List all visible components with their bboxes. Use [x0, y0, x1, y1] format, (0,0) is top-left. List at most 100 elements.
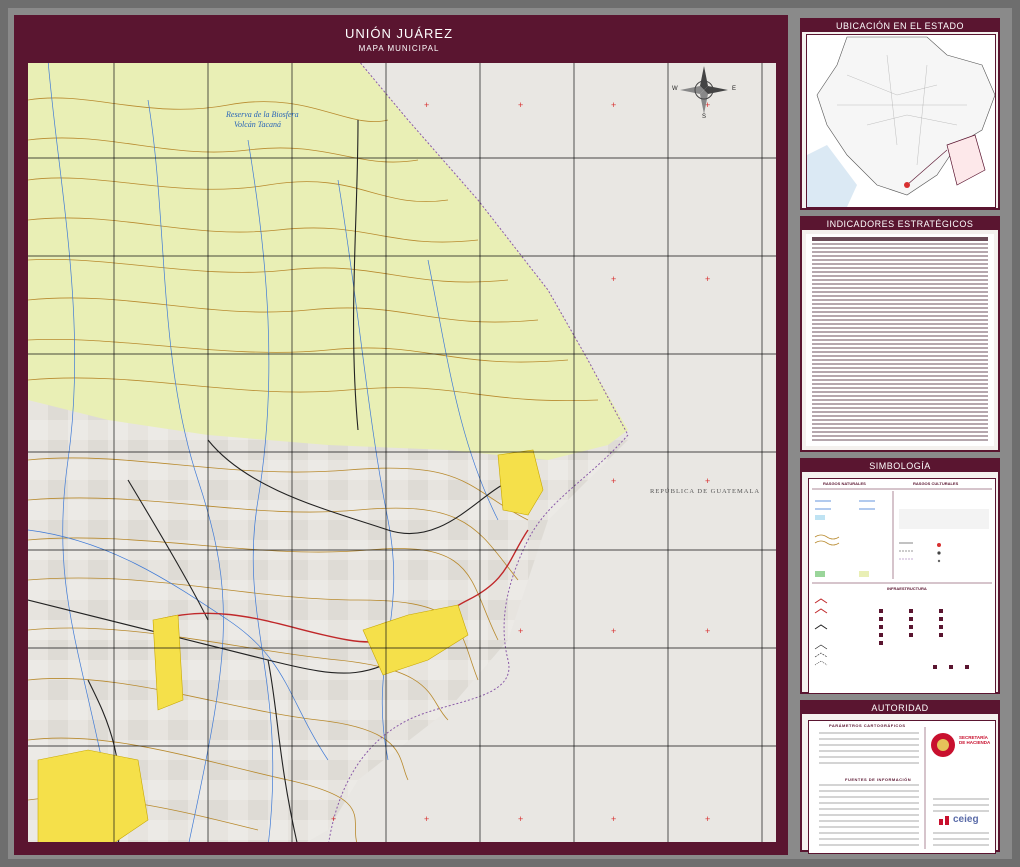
table-row — [812, 363, 988, 365]
legend-cultural-heading: RASGOS CULTURALES — [913, 481, 959, 486]
table-row — [812, 275, 988, 277]
agency-name: SECRETARÍA DE HACIENDA — [959, 735, 991, 745]
table-row — [812, 407, 988, 409]
table-row — [812, 287, 988, 289]
table-row — [812, 259, 988, 261]
table-row — [812, 243, 988, 245]
legend-panel-title: SIMBOLOGÍA — [802, 460, 998, 472]
svg-text:+: + — [611, 814, 616, 824]
table-row — [812, 255, 988, 257]
table-row — [812, 339, 988, 341]
table-row — [812, 331, 988, 333]
table-row — [812, 247, 988, 249]
indicators-table — [806, 234, 994, 446]
authority-panel: AUTORIDAD PARÁMETROS CARTOGRÁFICOS FUENT… — [800, 700, 1000, 854]
table-row — [812, 315, 988, 317]
table-row — [812, 387, 988, 389]
table-row — [812, 367, 988, 369]
table-row — [812, 391, 988, 393]
table-row — [812, 399, 988, 401]
table-row — [812, 311, 988, 313]
reserve-label-line2: Volcán Tacaná — [234, 120, 282, 129]
table-row — [812, 327, 988, 329]
table-row — [812, 319, 988, 321]
map-title-bar: UNIÓN JUÁREZ MAPA MUNICIPAL — [20, 22, 778, 60]
scale-ticks-top — [28, 60, 776, 63]
table-row — [812, 411, 988, 413]
map-svg: + + + + + + ++ +++ ++++ + — [28, 60, 776, 847]
svg-text:+: + — [424, 814, 429, 824]
table-row — [812, 295, 988, 297]
table-row — [812, 359, 988, 361]
legend-natural-heading: RASGOS NATURALES — [823, 481, 866, 486]
table-row — [812, 383, 988, 385]
table-row — [812, 271, 988, 273]
table-row — [812, 415, 988, 417]
svg-text:+: + — [705, 476, 710, 486]
table-row — [812, 439, 988, 441]
table-row — [812, 395, 988, 397]
urban-area-3 — [152, 614, 184, 711]
table-header-rule — [812, 237, 988, 241]
table-row — [812, 323, 988, 325]
svg-text:+: + — [518, 100, 523, 110]
authority-panel-title: AUTORIDAD — [802, 702, 998, 714]
table-row — [812, 343, 988, 345]
ceieg-logo: ceieg — [953, 814, 979, 825]
svg-text:+: + — [611, 100, 616, 110]
location-panel-title: UBICACIÓN EN EL ESTADO — [802, 20, 998, 32]
table-row — [812, 379, 988, 381]
table-row — [812, 403, 988, 405]
table-row — [812, 283, 988, 285]
table-row — [812, 303, 988, 305]
legend-infrastructure-heading: INFRAESTRUCTURA — [887, 586, 927, 591]
table-row — [812, 291, 988, 293]
map-canvas[interactable]: ++++ ++ ++ +++ ++++ + N S W E Reserva de… — [28, 60, 776, 847]
table-row — [812, 419, 988, 421]
table-row — [812, 371, 988, 373]
legend-panel: SIMBOLOGÍA RASGOS NATURALES RASGOS CULTU… — [800, 458, 1000, 694]
location-panel: UBICACIÓN EN EL ESTADO — [800, 18, 1000, 210]
scale-ticks-bottom — [28, 842, 776, 847]
table-row — [812, 251, 988, 253]
table-row — [812, 427, 988, 429]
svg-text:+: + — [705, 626, 710, 636]
params-heading: PARÁMETROS CARTOGRÁFICOS — [829, 723, 906, 728]
legend-box: RASGOS NATURALES RASGOS CULTURALES INFRA… — [808, 478, 996, 694]
table-row — [812, 263, 988, 265]
country-label: REPÚBLICA DE GUATEMALA — [650, 488, 761, 495]
reserve-label-line1: Reserva de la Biosfera — [226, 110, 299, 119]
table-row — [812, 435, 988, 437]
svg-text:+: + — [611, 274, 616, 284]
compass-w: W — [672, 86, 678, 92]
svg-text:+: + — [611, 476, 616, 486]
table-row — [812, 307, 988, 309]
state-location-map[interactable] — [806, 34, 996, 208]
svg-text:+: + — [518, 814, 523, 824]
state-map-svg — [807, 35, 996, 207]
north-arrow: N S W E — [672, 60, 736, 120]
table-row — [812, 431, 988, 433]
compass-s: S — [702, 114, 707, 120]
sources-heading: FUENTES DE INFORMACIÓN — [845, 777, 912, 782]
table-row — [812, 375, 988, 377]
svg-text:+: + — [611, 626, 616, 636]
table-row — [812, 279, 988, 281]
table-row — [812, 299, 988, 301]
table-row — [812, 355, 988, 357]
map-title: UNIÓN JUÁREZ — [344, 26, 454, 41]
map-subtitle: MAPA MUNICIPAL — [358, 44, 440, 53]
svg-text:+: + — [705, 814, 710, 824]
indicators-panel-title: INDICADORES ESTRATÉGICOS — [802, 218, 998, 230]
table-row — [812, 267, 988, 269]
table-row — [812, 423, 988, 425]
table-row — [812, 351, 988, 353]
reserve-label: Reserva de la Biosfera Volcán Tacaná — [226, 110, 299, 130]
table-row — [812, 347, 988, 349]
svg-text:+: + — [424, 100, 429, 110]
svg-text:+: + — [518, 626, 523, 636]
compass-rose-icon — [680, 66, 728, 114]
compass-e: E — [732, 86, 737, 92]
indicators-panel: INDICADORES ESTRATÉGICOS — [800, 216, 1000, 452]
svg-text:+: + — [331, 814, 336, 824]
